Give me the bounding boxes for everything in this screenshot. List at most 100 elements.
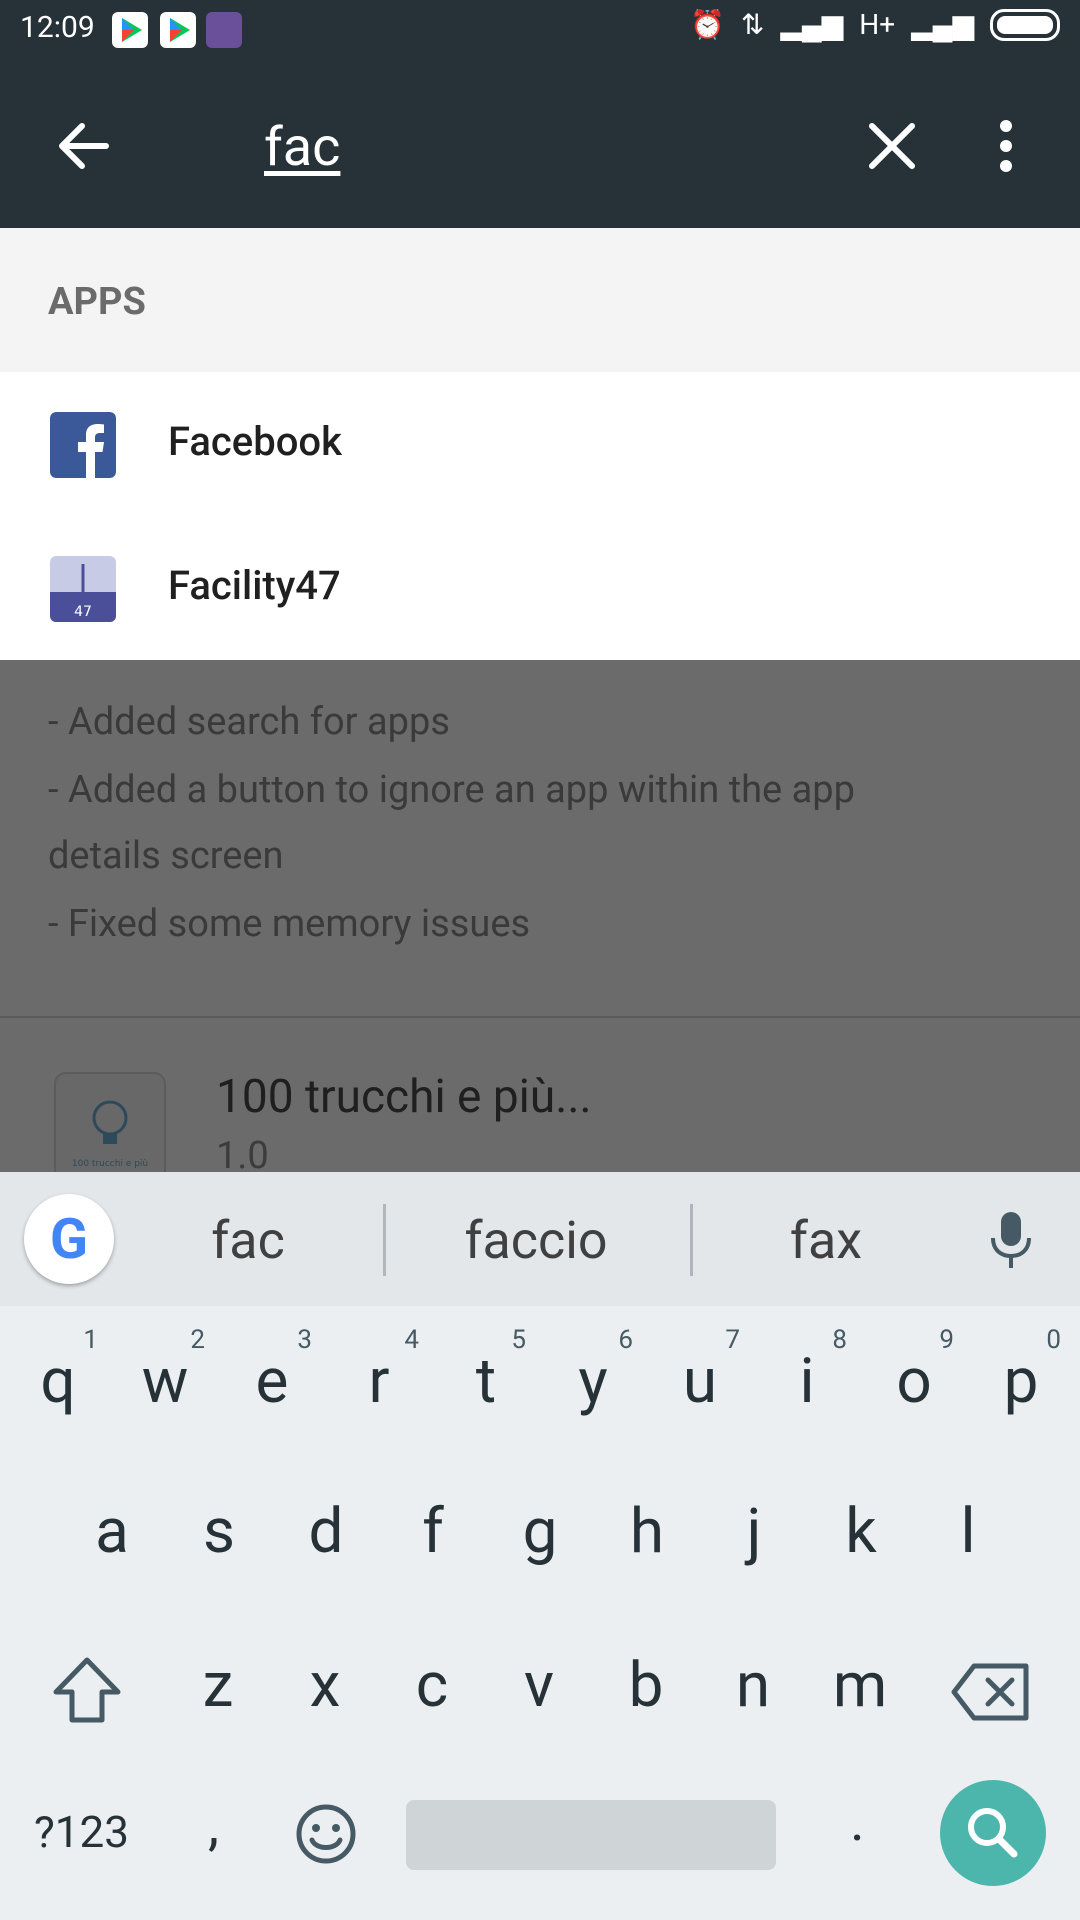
key-i[interactable]: i8 [753,1322,861,1442]
key-label: j [746,1495,762,1568]
changelog-line: - Added search for apps [48,700,450,744]
alarm-icon: ⏰ [689,8,725,41]
space-key[interactable] [406,1800,776,1870]
suggestion-word[interactable]: faccio [416,1210,656,1271]
key-label: v [523,1649,555,1722]
period-key[interactable]: . [850,1788,865,1854]
signal-icon: ▂▄▆ [911,8,974,41]
suggestion-label: Facility47 [168,562,341,609]
search-icon [968,1808,1018,1858]
microphone-icon[interactable] [986,1210,1036,1270]
symbols-key[interactable]: ?123 [34,1806,129,1858]
key-hint: 6 [618,1325,633,1355]
comma-key[interactable]: , [208,1792,219,1858]
key-label: a [95,1495,129,1568]
key-hint: 8 [832,1325,847,1355]
key-t[interactable]: t5 [432,1322,540,1442]
key-b[interactable]: b [592,1626,700,1746]
keyboard: G fac faccio fax q1w2e3r4t5y6u7i8o9p0 as… [0,1172,1080,1920]
close-icon[interactable] [864,118,920,174]
key-n[interactable]: n [699,1626,807,1746]
key-d[interactable]: d [272,1472,380,1592]
emoji-icon[interactable] [294,1802,358,1866]
keyboard-suggestion-bar: G fac faccio fax [0,1172,1080,1306]
suggestion-word[interactable]: fax [706,1210,946,1271]
key-h[interactable]: h [593,1472,701,1592]
key-l[interactable]: l [914,1472,1022,1592]
key-label: i [799,1345,815,1418]
key-r[interactable]: r4 [325,1322,433,1442]
divider [0,1016,1080,1018]
key-hint: 7 [725,1325,740,1355]
key-label: p [1003,1345,1039,1418]
key-hint: 0 [1046,1325,1061,1355]
status-bar: 12:09 ⏰ ⇅ ▂▄▆ H+ ▂▄▆ [0,0,1080,62]
app-icon-caption: 100 trucchi e più [72,1159,148,1169]
suggestion-item-facebook[interactable]: Facebook [0,372,1080,516]
more-vertical-icon[interactable] [986,118,1026,174]
search-input[interactable]: fac [264,116,340,179]
key-hint: 9 [939,1325,954,1355]
lightbulb-app-icon: 100 trucchi e più [54,1072,166,1184]
key-w[interactable]: w2 [111,1322,219,1442]
suggestion-word[interactable]: fac [128,1210,368,1271]
key-z[interactable]: z [164,1626,272,1746]
shift-icon[interactable] [50,1654,124,1728]
key-label: e [255,1345,289,1418]
key-label: f [422,1495,444,1568]
network-type: H+ [859,8,896,41]
key-hint: 2 [190,1325,205,1355]
key-label: x [309,1649,341,1722]
key-label: k [845,1495,877,1568]
key-k[interactable]: k [807,1472,915,1592]
key-y[interactable]: y6 [539,1322,647,1442]
key-label: h [629,1495,665,1568]
key-a[interactable]: a [58,1472,166,1592]
key-label: n [735,1649,771,1722]
key-label: c [415,1649,449,1722]
backspace-icon[interactable] [950,1662,1032,1722]
key-u[interactable]: u7 [646,1322,754,1442]
changelog-line: - Fixed some memory issues [48,902,531,946]
key-s[interactable]: s [165,1472,273,1592]
battery-icon [990,8,1060,41]
key-hint: 5 [511,1325,526,1355]
google-icon[interactable]: G [24,1194,114,1284]
data-transfer-icon: ⇅ [740,8,765,41]
key-label: t [475,1345,497,1418]
key-o[interactable]: o9 [860,1322,968,1442]
search-toolbar: fac [0,62,1080,228]
key-p[interactable]: p0 [967,1322,1075,1442]
divider [690,1204,693,1276]
key-label: l [960,1495,976,1568]
key-label: y [578,1345,608,1418]
suggestion-item-facility47[interactable]: 47 Facility47 [0,516,1080,660]
key-hint: 3 [297,1325,312,1355]
key-c[interactable]: c [378,1626,486,1746]
key-label: q [40,1345,76,1418]
key-f[interactable]: f [379,1472,487,1592]
search-key[interactable] [940,1780,1046,1886]
key-x[interactable]: x [271,1626,379,1746]
suggestion-label: Facebook [168,418,342,465]
key-label: z [202,1649,234,1722]
key-e[interactable]: e3 [218,1322,326,1442]
key-label: m [832,1649,888,1722]
section-header: APPS [0,228,1080,372]
status-icons: ⏰ ⇅ ▂▄▆ H+ ▂▄▆ [690,8,1060,41]
key-label: b [628,1649,664,1722]
game-app-icon [206,12,242,48]
status-time: 12:09 [20,10,95,45]
key-g[interactable]: g [486,1472,594,1592]
key-q[interactable]: q1 [4,1322,112,1442]
app-title: 100 trucchi e più... [216,1070,592,1124]
key-j[interactable]: j [700,1472,808,1592]
arrow-left-icon[interactable] [52,114,116,178]
key-label: w [141,1345,189,1418]
key-v[interactable]: v [485,1626,593,1746]
key-m[interactable]: m [806,1626,914,1746]
changelog-background: - Added search for apps - Added a button… [0,660,1080,1184]
key-hint: 4 [404,1325,419,1355]
key-hint: 1 [83,1325,98,1355]
facebook-icon [50,412,116,478]
